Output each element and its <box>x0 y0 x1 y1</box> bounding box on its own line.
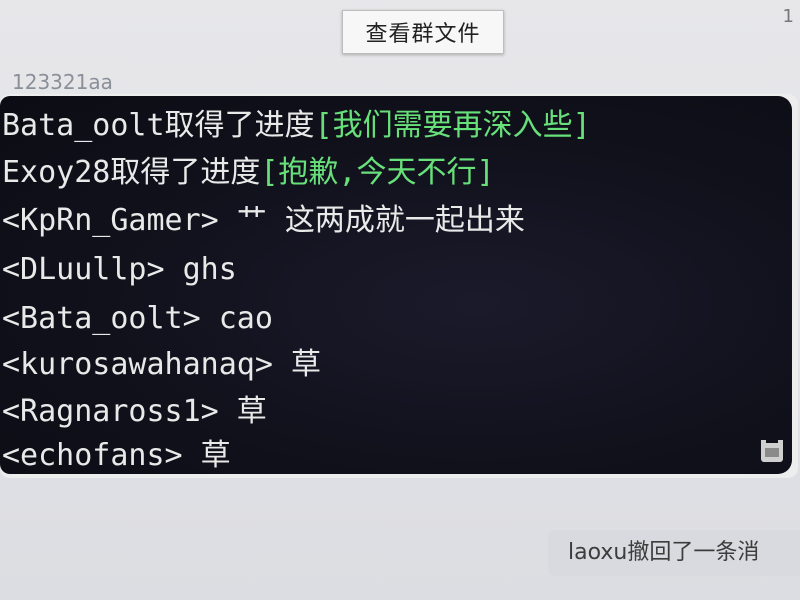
chat-line: <Bata_oolt> cao <box>2 301 273 336</box>
chat-line: <Ragnaross1> 草 <box>2 394 267 429</box>
recall-system-notice: laoxu撤回了一条消 <box>548 530 800 576</box>
chat-line-progress-2: Exoy28取得了进度[抱歉,今天不行] <box>2 151 495 195</box>
progress-advancement: [抱歉,今天不行] <box>260 155 495 190</box>
chat-line-progress-1: Bata_oolt取得了进度[我们需要再深入些] <box>2 104 591 148</box>
chat-line: <echofans> 草 <box>2 438 231 473</box>
progress-advancement: [我们需要再深入些] <box>314 108 591 143</box>
progress-text: Exoy28取得了进度 <box>2 155 261 190</box>
chat-screenshot-image[interactable]: Bata_oolt取得了进度[我们需要再深入些] Exoy28取得了进度[抱歉,… <box>0 96 792 474</box>
chat-helmet-icon <box>761 440 783 462</box>
view-group-files-tooltip[interactable]: 查看群文件 <box>342 10 504 54</box>
chat-line: <kurosawahanaq> 草 <box>2 347 321 382</box>
progress-text: Bata_oolt取得了进度 <box>2 108 315 143</box>
top-right-counter: 1 <box>782 6 794 27</box>
message-sender-name[interactable]: 123321aa <box>12 70 113 94</box>
chat-line: <DLuullp> ghs <box>2 252 237 287</box>
chat-line: <KpRn_Gamer> 艹 这两成就一起出来 <box>2 203 525 238</box>
tooltip-label: 查看群文件 <box>365 22 481 47</box>
